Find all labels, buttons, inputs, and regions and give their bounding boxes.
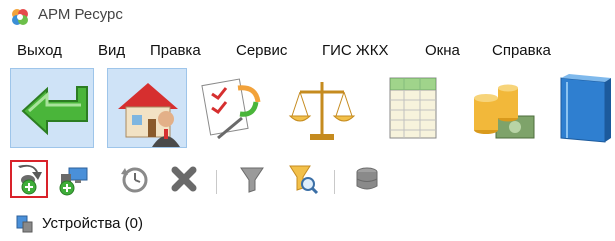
database-button[interactable] (348, 160, 386, 198)
menu-edit[interactable]: Правка (149, 42, 202, 59)
menu-exit[interactable]: Выход (16, 42, 63, 59)
device-toolbar (0, 156, 615, 206)
device-tab-icon (16, 215, 33, 233)
add-device-button[interactable] (10, 160, 48, 198)
menu-view[interactable]: Вид (97, 42, 126, 59)
directory-button[interactable] (553, 68, 615, 148)
database-icon (356, 167, 378, 190)
filter-button[interactable] (233, 160, 271, 198)
window-title: АРМ Ресурс (38, 6, 123, 23)
delete-button[interactable] (165, 160, 203, 198)
add-network-button[interactable] (55, 160, 93, 198)
refresh-clock-icon (121, 167, 148, 193)
filter-funnel-icon (240, 167, 264, 193)
back-arrow-icon (21, 86, 88, 136)
scales-icon (288, 82, 356, 140)
add-network-icon (59, 167, 88, 196)
app-logo-icon (12, 9, 28, 25)
document-sync-icon (201, 78, 261, 140)
menu-help[interactable]: Справка (491, 42, 552, 59)
filter-search-button[interactable] (284, 160, 322, 198)
main-toolbar (0, 66, 615, 152)
objects-button[interactable] (107, 68, 187, 148)
spreadsheet-icon (389, 77, 437, 139)
delete-x-icon (171, 166, 197, 192)
refresh-button[interactable] (115, 160, 153, 198)
coins-money-icon (474, 84, 535, 139)
house-person-icon (118, 83, 180, 147)
payments-button[interactable] (466, 68, 538, 148)
reports-button[interactable] (378, 68, 450, 148)
menu-service[interactable]: Сервис (235, 42, 288, 59)
balance-button[interactable] (286, 68, 358, 148)
back-button[interactable] (10, 68, 94, 148)
documents-button[interactable] (198, 68, 270, 148)
menu-windows[interactable]: Окна (424, 42, 461, 59)
menu-gis-zhkh[interactable]: ГИС ЖКХ (321, 42, 390, 59)
title-bar: АРМ Ресурс (0, 0, 615, 32)
menu-bar: Выход Вид Правка Сервис ГИС ЖКХ Окна Спр… (0, 38, 615, 66)
devices-tab[interactable]: Устройства (0) (0, 208, 615, 241)
filter-search-icon (289, 165, 319, 195)
devices-tab-label: Устройства (0) (42, 215, 143, 232)
toolbar-separator (216, 170, 217, 194)
add-device-icon (18, 164, 42, 195)
toolbar-separator (334, 170, 335, 194)
blue-book-icon (560, 74, 611, 143)
